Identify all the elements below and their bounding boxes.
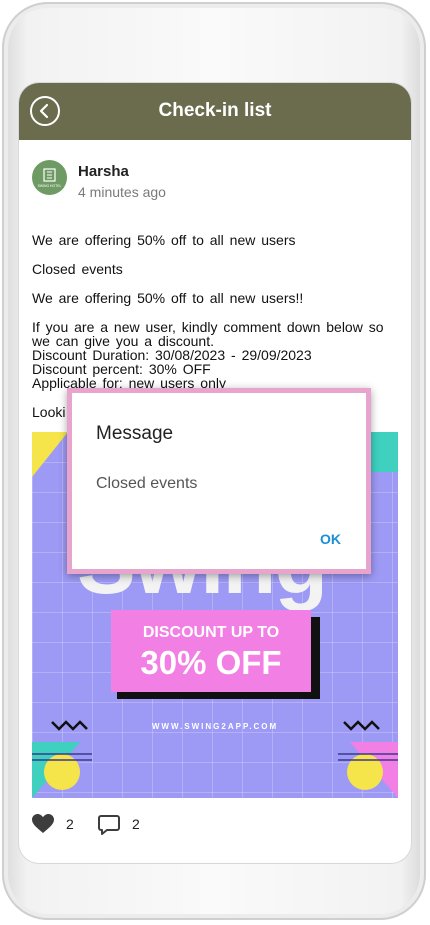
ok-button[interactable]: OK [320, 531, 341, 547]
dialog-title: Message [96, 423, 174, 444]
app-screen: Check-in list SWING HOTEL Harsha 4 minut… [19, 83, 411, 863]
message-dialog: Message Closed events OK [67, 388, 371, 574]
modal-overlay: Message Closed events OK [19, 83, 411, 863]
dialog-message: Closed events [96, 475, 198, 492]
